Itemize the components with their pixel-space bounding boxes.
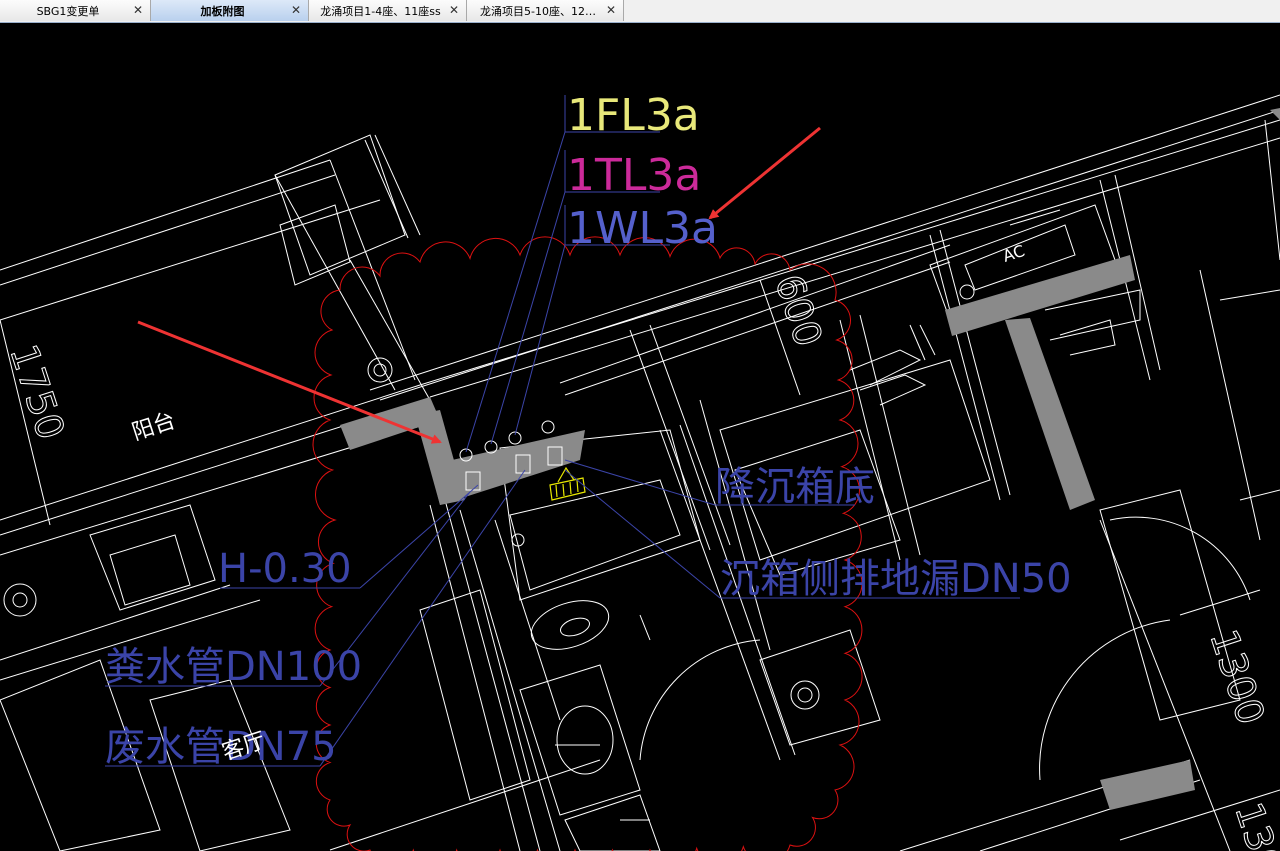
- close-icon[interactable]: ✕: [605, 3, 617, 17]
- label-ac: AC: [1000, 241, 1027, 266]
- tab-label: 加板附图: [200, 4, 245, 18]
- drawing-labels: 1FL3a 1TL3a 1WL3a H-0.30 粪水管DN100 废水管DN7…: [1, 90, 1280, 851]
- tab-label: SBG1变更单: [36, 4, 100, 18]
- label-1wl3a: 1WL3a: [567, 203, 718, 254]
- label-1tl3a: 1TL3a: [567, 150, 701, 201]
- dim-130: 130: [1226, 797, 1280, 851]
- label-1fl3a: 1FL3a: [567, 90, 700, 141]
- floor-drain-symbol: [549, 466, 586, 501]
- annotation-arrows: [137, 126, 821, 444]
- dim-600: 600: [766, 269, 830, 352]
- label-elevation: H-0.30: [218, 546, 352, 592]
- arrow-left-icon: [708, 126, 821, 220]
- label-sink-box: 降沉箱底: [715, 464, 875, 510]
- tab-longyong-1-4[interactable]: 龙涌项目1-4座、11座ss ✕: [309, 0, 467, 21]
- tab-label: 龙涌项目1-4座、11座ss: [320, 4, 441, 18]
- tab-label: 龙涌项目5-10座、12…: [480, 4, 596, 18]
- label-feces-pipe: 粪水管DN100: [105, 644, 362, 690]
- close-icon[interactable]: ✕: [448, 3, 460, 17]
- tab-jiaban[interactable]: 加板附图 ✕: [151, 0, 309, 21]
- close-icon[interactable]: ✕: [290, 3, 302, 17]
- label-floor-drain: 沉箱侧排地漏DN50: [720, 556, 1072, 602]
- label-balcony: 阳台: [129, 408, 179, 445]
- cad-drawing-canvas[interactable]: 1FL3a 1TL3a 1WL3a H-0.30 粪水管DN100 废水管DN7…: [0, 23, 1280, 851]
- dim-1750: 1750: [1, 339, 73, 445]
- tab-sbg1[interactable]: SBG1变更单 ✕: [0, 0, 151, 21]
- tab-longyong-5-10[interactable]: 龙涌项目5-10座、12… ✕: [467, 0, 624, 21]
- structural-fill: [340, 108, 1280, 810]
- close-icon[interactable]: ✕: [132, 3, 144, 17]
- document-tab-bar: SBG1变更单 ✕ 加板附图 ✕ 龙涌项目1-4座、11座ss ✕ 龙涌项目5-…: [0, 0, 1280, 23]
- dim-1300: 1300: [1201, 624, 1273, 730]
